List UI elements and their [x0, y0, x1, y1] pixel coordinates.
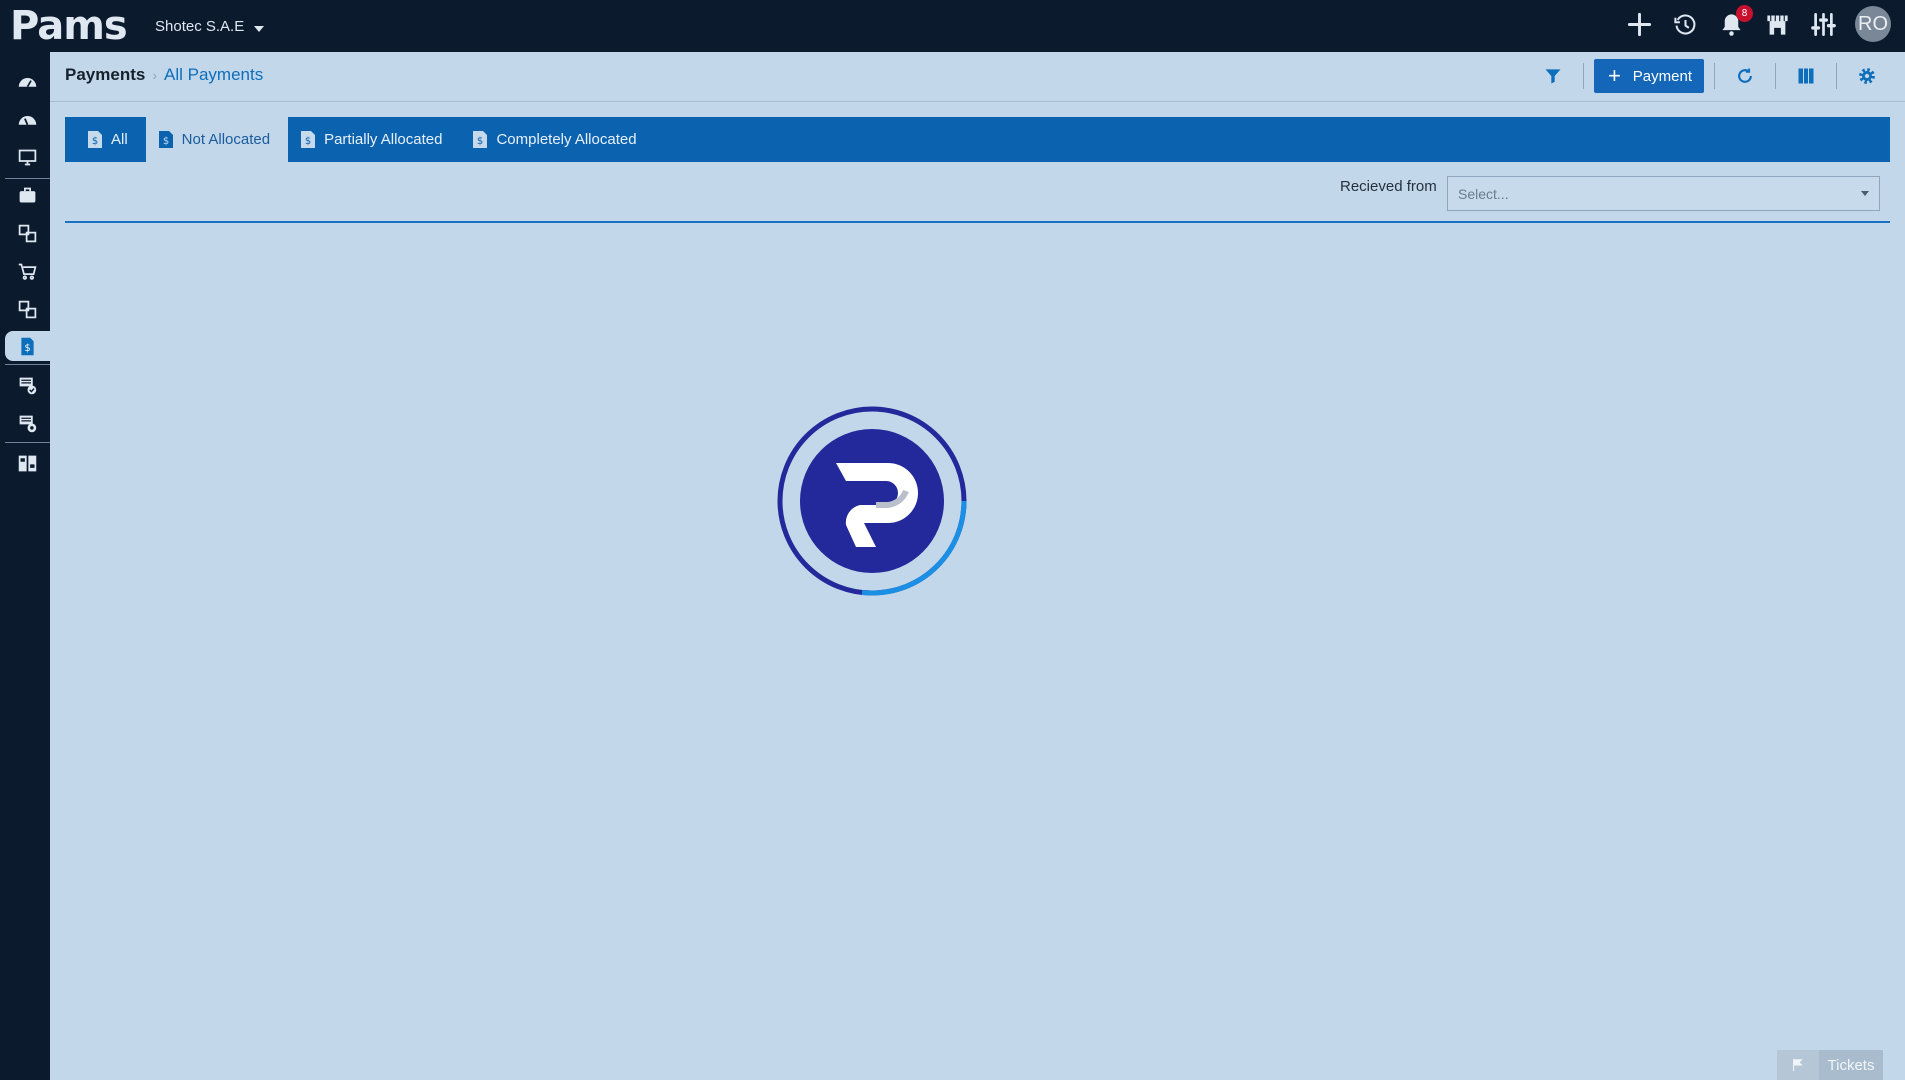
- select-placeholder: Select...: [1458, 185, 1509, 202]
- add-payment-label: Payment: [1632, 67, 1692, 85]
- tab-not-allocated[interactable]: $ Not Allocated: [145, 117, 289, 162]
- sliders-icon[interactable]: [1809, 10, 1838, 39]
- logo-mark-icon: [800, 429, 944, 573]
- received-from-select[interactable]: Select...: [1447, 176, 1880, 211]
- columns-icon[interactable]: [1786, 59, 1826, 93]
- tab-label: Not Allocated: [181, 131, 271, 148]
- company-selector[interactable]: Shotec S.A.E: [155, 18, 265, 35]
- notifications-button[interactable]: 8: [1717, 4, 1753, 39]
- sidebar-divider: [5, 442, 50, 443]
- document-dollar-icon: $: [301, 131, 316, 148]
- invoice-check-icon[interactable]: [5, 370, 50, 400]
- tickets-widget[interactable]: Tickets: [1777, 1050, 1883, 1080]
- chevron-down-icon: [1861, 191, 1869, 196]
- payments-icon[interactable]: $: [5, 331, 50, 361]
- received-from-label: Recieved from: [1340, 178, 1437, 195]
- transfer-alt-icon[interactable]: [5, 294, 50, 324]
- widgets-icon[interactable]: [5, 448, 50, 478]
- breadcrumb: Payments › All Payments: [65, 65, 263, 85]
- sidebar-divider: [5, 364, 50, 365]
- monitor-icon[interactable]: [5, 142, 50, 172]
- loading-spinner: [777, 406, 967, 596]
- svg-text:$: $: [92, 136, 98, 147]
- refresh-icon[interactable]: [1725, 59, 1765, 93]
- cart-icon[interactable]: [5, 256, 50, 286]
- svg-text:$: $: [24, 342, 30, 353]
- store-icon[interactable]: [1763, 10, 1792, 39]
- top-bar: Pams Shotec S.A.E 8 RO: [0, 0, 1905, 52]
- tab-label: Partially Allocated: [324, 131, 443, 148]
- tab-completely-allocated[interactable]: $ Completely Allocated: [460, 117, 654, 162]
- breadcrumb-root[interactable]: Payments: [65, 65, 145, 85]
- header-divider: [1582, 63, 1584, 89]
- content-divider: [65, 221, 1890, 223]
- dashboard-alt-icon[interactable]: [5, 104, 50, 134]
- history-icon[interactable]: [1671, 10, 1700, 39]
- header-divider: [1714, 63, 1715, 89]
- filter-icon[interactable]: [1533, 59, 1573, 93]
- tab-label: All: [111, 131, 128, 148]
- plus-icon[interactable]: [1625, 10, 1654, 39]
- sidebar: $: [0, 52, 50, 1080]
- company-name: Shotec S.A.E: [155, 18, 245, 35]
- top-actions: 8 RO: [1625, 4, 1891, 42]
- tab-partially-allocated[interactable]: $ Partially Allocated: [288, 117, 460, 162]
- app-logo[interactable]: Pams: [10, 4, 132, 48]
- avatar[interactable]: RO: [1855, 6, 1891, 42]
- add-payment-button[interactable]: + Payment: [1593, 59, 1704, 93]
- gear-icon[interactable]: [1847, 59, 1887, 93]
- header-actions: + Payment: [1533, 59, 1887, 93]
- dashboard-icon[interactable]: [5, 66, 50, 96]
- breadcrumb-current[interactable]: All Payments: [164, 65, 263, 85]
- tab-label: Completely Allocated: [496, 131, 637, 148]
- svg-text:$: $: [477, 136, 483, 147]
- allocation-tabs: $ All $ Not Allocated $ Partially Alloca…: [65, 117, 1890, 162]
- page-header: Payments › All Payments + Payment: [50, 52, 1905, 102]
- document-dollar-icon: $: [158, 131, 173, 148]
- notification-badge: 8: [1736, 4, 1753, 22]
- header-divider: [1775, 63, 1776, 89]
- document-dollar-icon: $: [473, 131, 488, 148]
- header-divider: [1836, 63, 1837, 89]
- svg-text:$: $: [162, 136, 168, 147]
- tab-all[interactable]: $ All: [75, 117, 146, 162]
- flag-icon: [1777, 1050, 1819, 1080]
- svg-text:$: $: [305, 136, 311, 147]
- transfer-icon[interactable]: [5, 218, 50, 248]
- logo-text: Pams: [10, 3, 128, 49]
- sidebar-divider: [5, 178, 50, 179]
- tickets-label: Tickets: [1819, 1050, 1883, 1080]
- invoice-settings-icon[interactable]: [5, 408, 50, 438]
- briefcase-icon[interactable]: [5, 180, 50, 210]
- chevron-down-icon: [254, 25, 265, 32]
- document-dollar-icon: $: [88, 131, 102, 148]
- plus-icon: +: [1607, 63, 1621, 88]
- chevron-right-icon: ›: [152, 67, 157, 83]
